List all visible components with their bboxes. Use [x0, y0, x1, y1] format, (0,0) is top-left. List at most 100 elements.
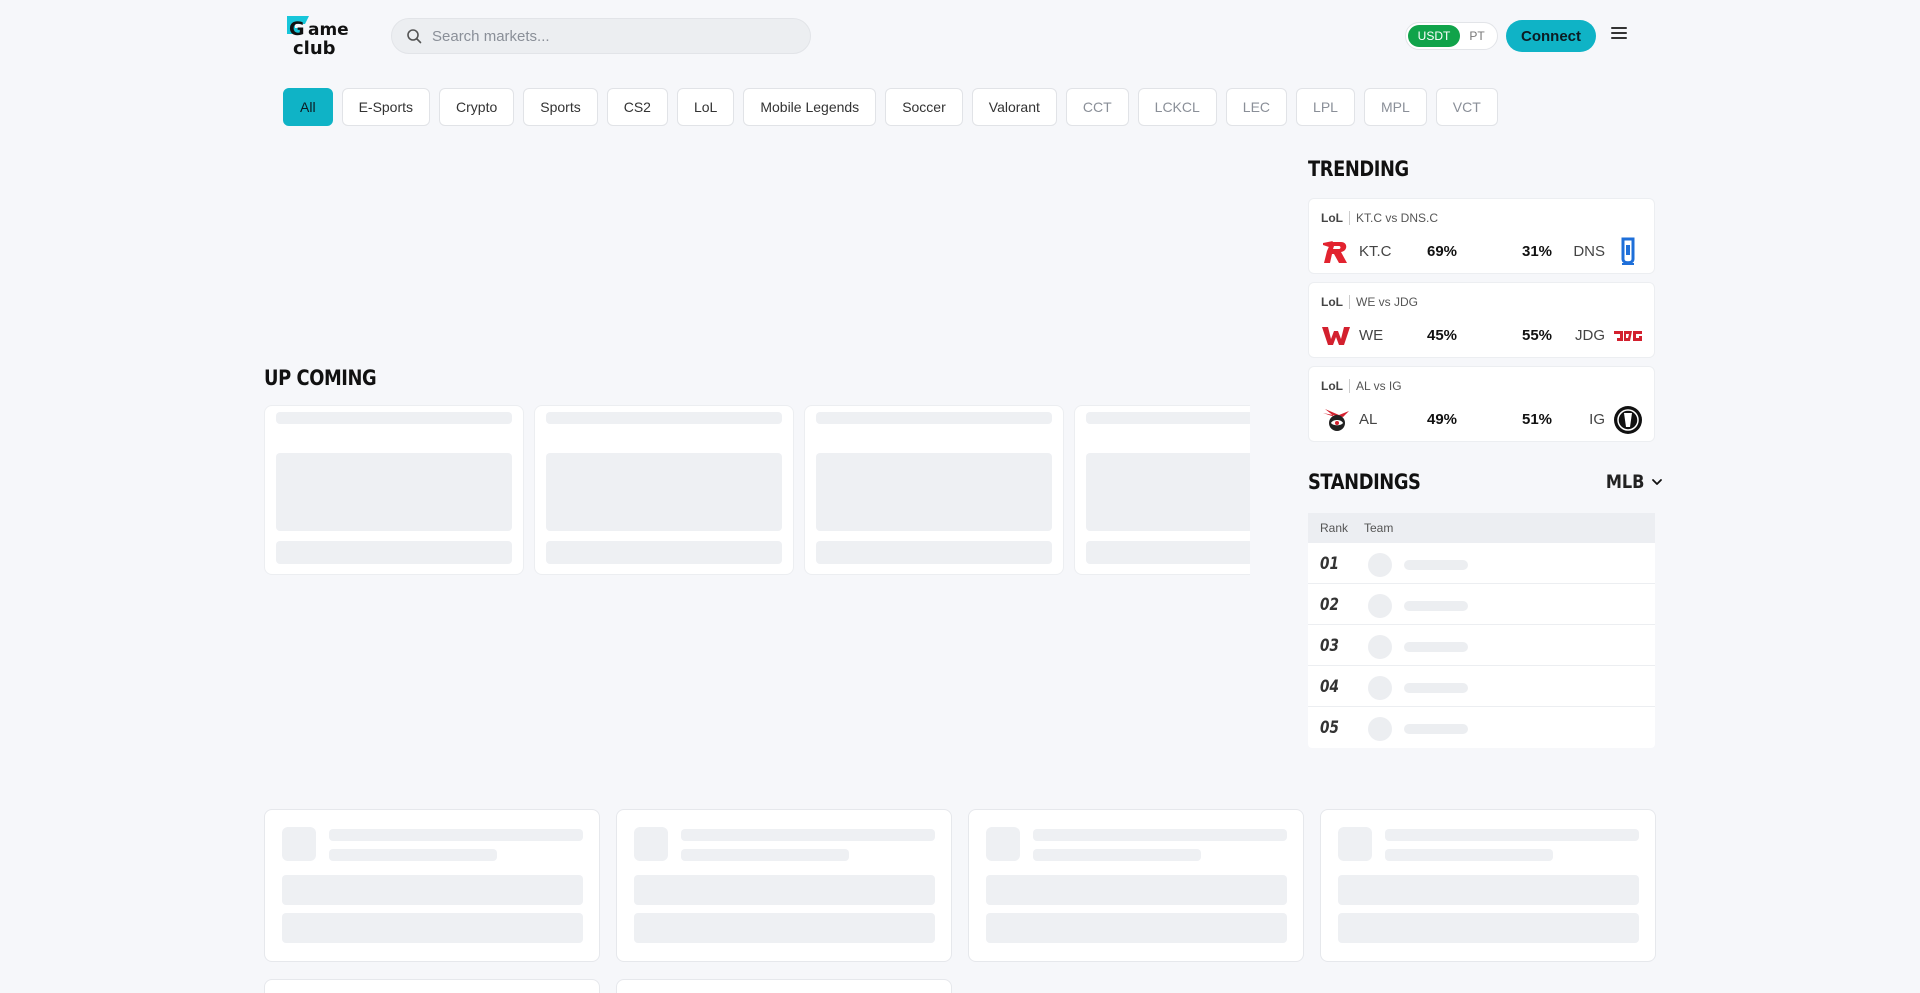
kt-logo-icon [1321, 239, 1351, 265]
market-card-skeleton [968, 809, 1304, 962]
match-header: LoL KT.C vs DNS.C [1321, 211, 1438, 225]
top-header: G ame club USDT PT Connect [0, 0, 1920, 72]
rank-number: 03 [1320, 636, 1339, 656]
filter-chip-e-sports[interactable]: E-Sports [341, 88, 431, 126]
team-avatar-skeleton [1368, 594, 1392, 618]
jdg-logo-icon [1613, 321, 1643, 351]
upcoming-carousel[interactable] [264, 405, 1250, 575]
match-title: AL vs IG [1356, 379, 1402, 393]
trending-match-card[interactable]: LoL KT.C vs DNS.C KT.C 69% 31% DNS [1308, 198, 1655, 274]
rank-number: 01 [1320, 554, 1339, 574]
filter-chip-lec[interactable]: LEC [1225, 88, 1288, 126]
upcoming-title: UP COMING [264, 366, 377, 390]
we-logo-icon [1321, 323, 1351, 349]
upcoming-card-skeleton [1074, 405, 1250, 575]
ig-logo-icon [1613, 405, 1643, 435]
match-title: WE vs JDG [1356, 295, 1418, 309]
team-avatar-skeleton [1368, 717, 1392, 741]
standings-table: Rank Team 01 02 03 04 05 [1308, 513, 1655, 748]
match-game-label: LoL [1321, 379, 1350, 393]
team-b-name: IG [1589, 411, 1605, 428]
team-avatar-skeleton [1368, 676, 1392, 700]
rank-number: 02 [1320, 595, 1339, 615]
market-card-skeleton [616, 979, 952, 993]
table-row[interactable]: 03 [1308, 625, 1655, 666]
team-b-percent[interactable]: 51% [1522, 411, 1552, 428]
rank-number: 05 [1320, 718, 1339, 738]
filter-chip-mpl[interactable]: MPL [1363, 88, 1427, 126]
match-title: KT.C vs DNS.C [1356, 211, 1439, 225]
table-row[interactable]: 01 [1308, 543, 1655, 584]
league-selector-value: MLB [1605, 471, 1645, 493]
team-name-skeleton [1404, 642, 1468, 652]
upcoming-card-skeleton [804, 405, 1064, 575]
team-avatar-skeleton [1368, 553, 1392, 577]
table-row[interactable]: 05 [1308, 707, 1655, 748]
game-club-logo[interactable]: G ame club [283, 14, 365, 59]
table-row[interactable]: 02 [1308, 584, 1655, 625]
rank-number: 04 [1320, 677, 1339, 697]
team-b-percent[interactable]: 31% [1522, 243, 1552, 260]
match-odds-row: WE 45% 55% JDG [1321, 321, 1643, 351]
team-a-percent[interactable]: 49% [1427, 411, 1457, 428]
filter-chip-lol[interactable]: LoL [676, 88, 735, 126]
trending-match-card[interactable]: LoL WE vs JDG WE 45% 55% JDG [1308, 282, 1655, 358]
market-card-skeleton [616, 809, 952, 962]
connect-button[interactable]: Connect [1506, 20, 1596, 52]
team-avatar-skeleton [1368, 635, 1392, 659]
match-odds-row: AL 49% 51% IG [1321, 405, 1643, 435]
match-header: LoL WE vs JDG [1321, 295, 1418, 309]
currency-usdt-option[interactable]: USDT [1408, 25, 1460, 47]
standings-header-row: Rank Team [1308, 513, 1655, 543]
filter-chip-soccer[interactable]: Soccer [885, 88, 963, 126]
filter-chip-vct[interactable]: VCT [1435, 88, 1498, 126]
upcoming-card-skeleton [264, 405, 524, 575]
svg-text:G: G [289, 18, 305, 40]
column-header-rank: Rank [1320, 521, 1349, 535]
market-card-skeleton [264, 979, 600, 993]
currency-toggle[interactable]: USDT PT [1405, 22, 1498, 50]
search-input[interactable] [432, 27, 792, 45]
match-odds-row: KT.C 69% 31% DNS [1321, 237, 1643, 267]
team-b-name: JDG [1575, 327, 1605, 344]
filter-chip-crypto[interactable]: Crypto [439, 88, 515, 126]
team-name-skeleton [1404, 560, 1468, 570]
team-name-skeleton [1404, 724, 1468, 734]
trending-title: TRENDING [1308, 157, 1409, 181]
filter-chip-cs2[interactable]: CS2 [606, 88, 668, 126]
standings-title: STANDINGS [1308, 470, 1421, 494]
chevron-down-icon [1651, 479, 1662, 485]
hamburger-menu-icon[interactable] [1608, 24, 1630, 46]
filter-chip-lpl[interactable]: LPL [1296, 88, 1355, 126]
filter-chip-sports[interactable]: Sports [523, 88, 598, 126]
filter-chip-valorant[interactable]: Valorant [971, 88, 1057, 126]
filter-chip-mobile-legends[interactable]: Mobile Legends [743, 88, 877, 126]
match-header: LoL AL vs IG [1321, 379, 1402, 393]
market-card-skeleton [264, 809, 600, 962]
team-b-percent[interactable]: 55% [1522, 327, 1552, 344]
category-filter-bar: All E-Sports Crypto Sports CS2 LoL Mobile Lege… [283, 88, 1498, 126]
column-header-team: Team [1364, 521, 1394, 535]
trending-match-card[interactable]: LoL AL vs IG AL 49% 51% IG [1308, 366, 1655, 442]
al-logo-icon [1321, 407, 1351, 433]
dns-logo-icon [1613, 237, 1643, 267]
team-a-name: AL [1359, 411, 1378, 428]
currency-pt-option[interactable]: PT [1460, 29, 1494, 43]
league-selector[interactable]: MLB [1599, 471, 1663, 493]
table-row[interactable]: 04 [1308, 666, 1655, 707]
search-bar[interactable] [391, 18, 811, 54]
filter-chip-all[interactable]: All [283, 88, 333, 126]
match-game-label: LoL [1321, 211, 1350, 225]
svg-text:club: club [293, 38, 336, 58]
search-icon [407, 29, 422, 44]
team-name-skeleton [1404, 683, 1468, 693]
market-card-skeleton [1320, 809, 1656, 962]
filter-chip-cct[interactable]: CCT [1065, 88, 1129, 126]
filter-chip-lckcl[interactable]: LCKCL [1137, 88, 1217, 126]
team-a-name: WE [1359, 327, 1384, 344]
team-a-percent[interactable]: 69% [1427, 243, 1457, 260]
svg-text:ame: ame [308, 20, 349, 40]
team-name-skeleton [1404, 601, 1468, 611]
upcoming-card-skeleton [534, 405, 794, 575]
team-a-percent[interactable]: 45% [1427, 327, 1457, 344]
